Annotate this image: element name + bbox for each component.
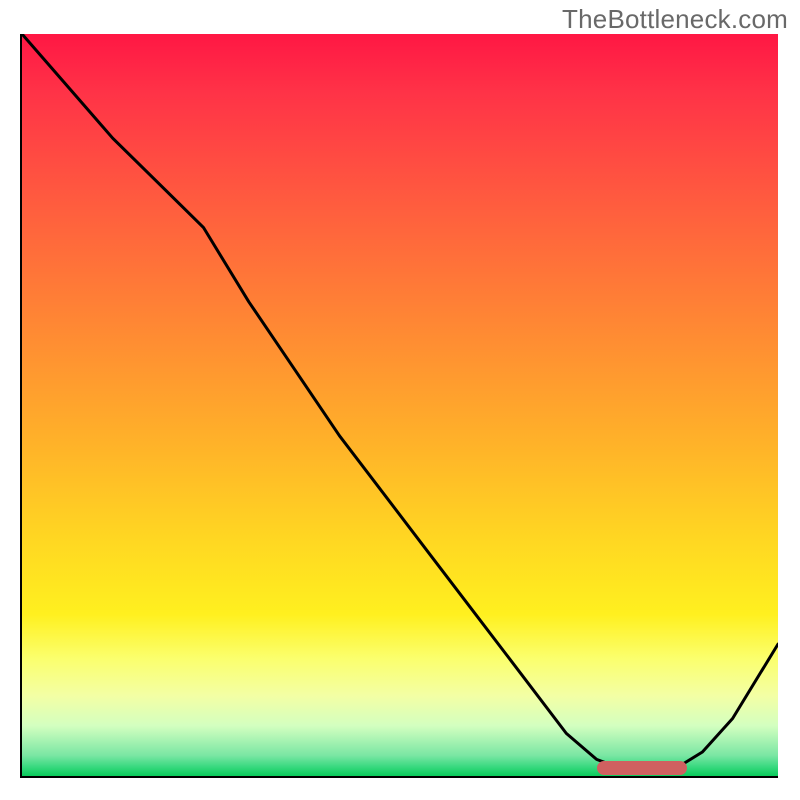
chart-container: TheBottleneck.com	[0, 0, 800, 800]
curve-line	[22, 34, 778, 778]
watermark-text: TheBottleneck.com	[562, 4, 788, 35]
optimal-marker	[597, 761, 688, 775]
